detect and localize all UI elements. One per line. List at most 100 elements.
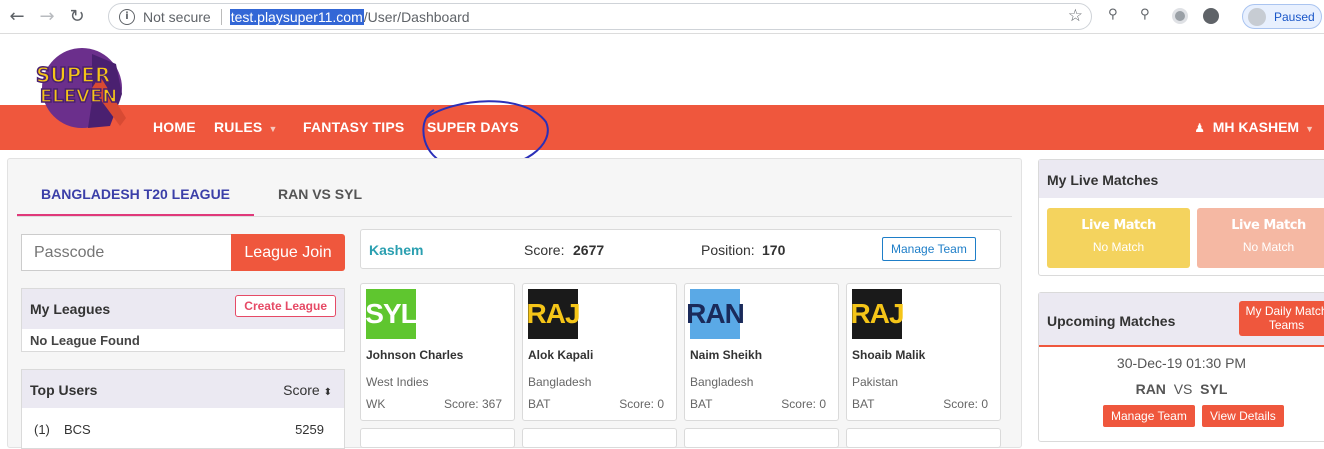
logo-text-super: SUPER (36, 63, 110, 87)
live-match-title: Live Match (1081, 218, 1156, 233)
player-card[interactable]: RAJ Alok Kapali Bangladesh BAT Score: 0 (522, 283, 677, 421)
table-row[interactable]: (1) BCS 5259 (22, 408, 344, 438)
chevron-down-icon: ▼ (1305, 124, 1314, 134)
player-card[interactable]: SYL Johnson Charles West Indies WK Score… (360, 283, 515, 421)
team-summary-bar: Kashem Score: 2677 Position: 170 Manage … (360, 229, 1001, 269)
passcode-input[interactable] (21, 234, 232, 271)
my-leagues-header: My Leagues Create League (22, 289, 344, 329)
league-join-button[interactable]: League Join (231, 234, 345, 271)
score-label: Score: (524, 242, 565, 258)
top-users-title: Top Users (30, 382, 98, 398)
no-league-text: No League Found (30, 333, 140, 348)
team-logo-syl: SYL (365, 289, 418, 339)
view-details-button[interactable]: View Details (1202, 405, 1284, 427)
top-users-header: Top Users Score ⬍ (22, 370, 344, 408)
player-country: Pakistan (852, 375, 899, 389)
upcoming-title: Upcoming Matches (1047, 313, 1176, 329)
player-country: West Indies (366, 375, 429, 389)
reload-icon[interactable]: ↻ (64, 4, 90, 30)
score-sort-header[interactable]: Score ⬍ (283, 382, 332, 398)
user-menu[interactable]: ♟ MH KASHEM ▼ (1194, 119, 1314, 135)
player-role: WK (366, 397, 386, 411)
user-name: BCS (64, 422, 91, 437)
vs-label: VS (1173, 381, 1193, 397)
player-name: Naim Sheikh (690, 348, 763, 362)
tab-bangladesh-t20[interactable]: BANGLADESH T20 LEAGUE (41, 186, 230, 202)
player-name: Alok Kapali (528, 348, 594, 362)
tab-ran-vs-syl[interactable]: RAN VS SYL (278, 186, 362, 202)
player-card[interactable]: RAJ Shoaib Malik Pakistan BAT Score: 0 (846, 283, 1001, 421)
team-name[interactable]: Kashem (369, 242, 423, 258)
team-a: RAN (1135, 381, 1166, 397)
match-datetime: 30-Dec-19 01:30 PM (1116, 355, 1247, 371)
player-role: BAT (852, 397, 875, 411)
player-card[interactable] (522, 428, 677, 448)
bookmark-star-icon[interactable]: ☆ (1068, 6, 1083, 26)
score-header-label: Score (283, 382, 320, 398)
extension-w-icon[interactable] (1203, 8, 1219, 24)
url-path[interactable]: /User/Dashboard (364, 9, 470, 25)
live-match-status: No Match (1242, 240, 1295, 254)
team-logo-raj: RAJ (851, 289, 905, 339)
live-match-status: No Match (1092, 240, 1145, 254)
user-rank: (1) (34, 422, 50, 437)
logo-text-eleven: ELEVEN (40, 86, 117, 107)
avatar-icon (1248, 7, 1266, 26)
back-icon[interactable]: ← (4, 4, 30, 30)
player-role: BAT (528, 397, 551, 411)
profile-status: Paused (1274, 9, 1315, 24)
team-logo-raj: RAJ (527, 289, 581, 339)
search-icon-2[interactable]: ⚲ (1140, 7, 1150, 22)
forward-icon[interactable]: → (34, 4, 60, 30)
chevron-down-icon: ▼ (268, 124, 278, 134)
site-logo[interactable]: SUPER ELEVEN (30, 46, 132, 132)
user-icon: ♟ (1194, 121, 1205, 135)
info-icon[interactable]: i (119, 8, 135, 25)
team-logo-ran: RAN (686, 289, 745, 339)
player-score: Score: 0 (781, 397, 826, 411)
live-match-card[interactable]: Live Match No Match (1197, 208, 1324, 268)
player-role: BAT (690, 397, 713, 411)
team-b: SYL (1200, 381, 1228, 397)
nav-fantasy-tips[interactable]: FANTASY TIPS (303, 119, 404, 135)
address-bar[interactable]: i Not secure test.playsuper11.com/User/D… (108, 3, 1092, 30)
user-score: 5259 (295, 422, 324, 437)
browser-toolbar: ← → ↻ i Not secure test.playsuper11.com /… (0, 0, 1324, 34)
position-value: 170 (762, 242, 786, 258)
sort-icon: ⬍ (323, 387, 332, 398)
my-daily-match-teams-button[interactable]: My Daily Match Teams (1239, 301, 1324, 336)
my-leagues-title: My Leagues (30, 301, 111, 317)
nav-rules-label: RULES (214, 119, 263, 135)
player-country: Bangladesh (528, 375, 592, 389)
player-country: Bangladesh (690, 375, 754, 389)
manage-team-button[interactable]: Manage Team (1103, 405, 1195, 427)
live-matches-header: My Live Matches (1039, 160, 1324, 198)
player-card[interactable] (360, 428, 515, 448)
top-users-box: Top Users Score ⬍ (1) BCS 5259 (21, 369, 345, 449)
nav-rules[interactable]: RULES ▼ (214, 119, 278, 135)
tab-active-indicator (17, 214, 254, 216)
player-card[interactable] (684, 428, 839, 448)
url-host[interactable]: test.playsuper11.com (229, 8, 364, 25)
main-nav: HOME RULES ▼ FANTASY TIPS SUPER DAYS ♟ MH… (0, 105, 1324, 150)
create-league-button[interactable]: Create League (235, 295, 336, 317)
user-name: MH KASHEM (1212, 119, 1300, 135)
manage-team-button[interactable]: Manage Team (882, 237, 976, 261)
logo-graphic: SUPER ELEVEN (35, 48, 126, 128)
player-card[interactable] (846, 428, 1001, 448)
nav-home[interactable]: HOME (153, 119, 196, 135)
tab-divider (17, 216, 1012, 217)
profile-button[interactable]: Paused (1242, 4, 1322, 29)
player-score: Score: 0 (619, 397, 664, 411)
player-name: Shoaib Malik (852, 348, 926, 362)
score-value: 2677 (573, 242, 605, 258)
live-match-card[interactable]: Live Match No Match (1047, 208, 1190, 268)
extension-icon[interactable] (1172, 8, 1188, 24)
search-icon[interactable]: ⚲ (1108, 7, 1118, 22)
my-leagues-box: My Leagues Create League No League Found (21, 288, 345, 352)
live-match-title: Live Match (1231, 218, 1306, 233)
player-score: Score: 367 (443, 397, 502, 411)
divider (220, 8, 222, 25)
player-card[interactable]: RAN Naim Sheikh Bangladesh BAT Score: 0 (684, 283, 839, 421)
player-score: Score: 0 (943, 397, 988, 411)
